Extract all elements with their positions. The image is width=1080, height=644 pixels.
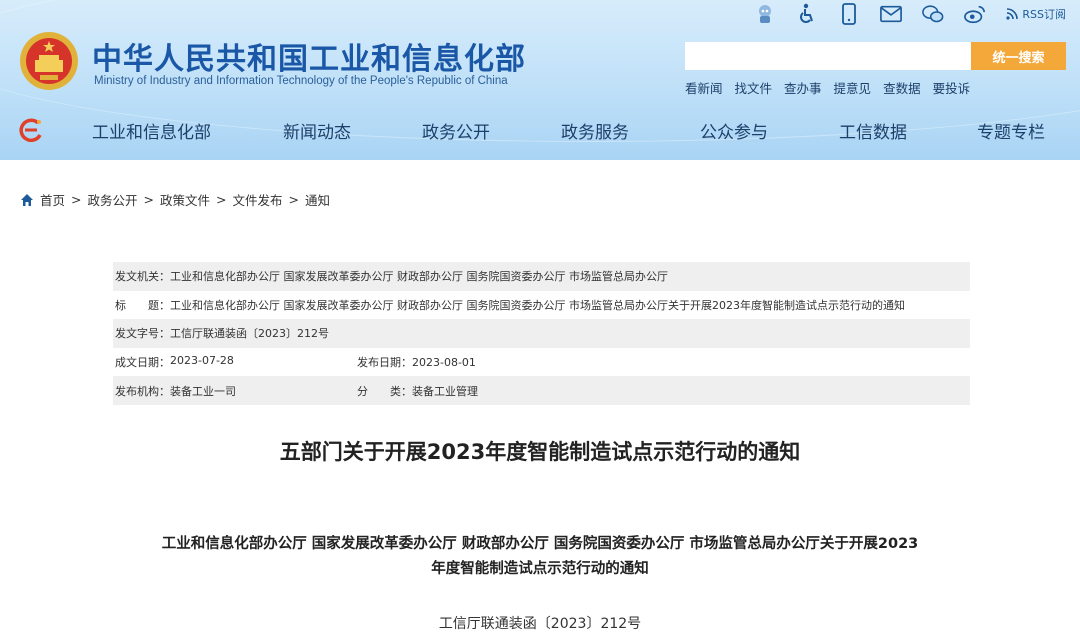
nav-item-news[interactable]: 新闻动态 bbox=[283, 118, 351, 143]
breadcrumb-notice[interactable]: 通知 bbox=[305, 190, 330, 209]
breadcrumb-separator: > bbox=[71, 192, 82, 207]
breadcrumb-gov-open[interactable]: 政务公开 bbox=[88, 190, 138, 209]
quick-link-data[interactable]: 查数据 bbox=[883, 78, 921, 97]
site-subtitle: Ministry of Industry and Information Tec… bbox=[94, 75, 508, 87]
rss-link[interactable]: RSS订阅 bbox=[1006, 6, 1066, 22]
org-cell: 发布机构： 装备工业一司 bbox=[115, 383, 357, 399]
main-nav: 工业和信息化部 新闻动态 政务公开 政务服务 公众参与 工信数据 专题专栏 bbox=[0, 106, 1080, 154]
issuer-label: 发文机关： bbox=[115, 270, 170, 284]
category-label: 分 类： bbox=[357, 384, 412, 398]
meta-row-org: 发布机构： 装备工业一司 分 类： 装备工业管理 bbox=[113, 376, 970, 405]
accessibility-icon[interactable] bbox=[796, 3, 818, 25]
article-doc-number: 工信厅联通装函〔2023〕212号 bbox=[438, 616, 642, 632]
category-value: 装备工业管理 bbox=[412, 384, 478, 398]
site-header: RSS订阅 中华人民共和国工业和信息化部 Ministry of Industr… bbox=[0, 0, 1080, 160]
national-emblem-logo[interactable] bbox=[18, 30, 80, 92]
nav-item-gov-service[interactable]: 政务服务 bbox=[561, 118, 629, 143]
breadcrumb: 首页 > 政务公开 > 政策文件 > 文件发布 > 通知 bbox=[20, 190, 330, 209]
site-logo-icon[interactable] bbox=[18, 118, 44, 142]
meta-row-issuer: 发文机关： 工业和信息化部办公厅 国家发展改革委办公厅 财政部办公厅 国务院国资… bbox=[113, 262, 970, 291]
issuer-value: 工业和信息化部办公厅 国家发展改革委办公厅 财政部办公厅 国务院国资委办公厅 市… bbox=[170, 270, 668, 284]
breadcrumb-separator: > bbox=[288, 192, 299, 207]
rss-icon bbox=[1006, 8, 1019, 20]
created-label: 成文日期： bbox=[115, 356, 170, 370]
published-value: 2023-08-01 bbox=[412, 355, 476, 369]
quick-link-files[interactable]: 找文件 bbox=[735, 78, 773, 97]
nav-item-topics[interactable]: 专题专栏 bbox=[977, 118, 1045, 143]
docno-value: 工信厅联通装函〔2023〕212号 bbox=[170, 327, 329, 341]
breadcrumb-release[interactable]: 文件发布 bbox=[233, 190, 283, 209]
article-title: 五部门关于开展2023年度智能制造试点示范行动的通知 bbox=[279, 440, 801, 464]
wechat-icon[interactable] bbox=[922, 3, 944, 25]
robot-assistant-icon[interactable] bbox=[754, 3, 776, 25]
meta-row-docno: 发文字号： 工信厅联通装函〔2023〕212号 bbox=[113, 319, 970, 348]
mail-icon[interactable] bbox=[880, 3, 903, 25]
weibo-icon[interactable] bbox=[964, 3, 986, 25]
search-button[interactable]: 统一搜索 bbox=[971, 42, 1066, 70]
quick-link-services[interactable]: 查办事 bbox=[784, 78, 822, 97]
article-subtitle: 工业和信息化部办公厅 国家发展改革委办公厅 财政部办公厅 国务院国资委办公厅 市… bbox=[110, 532, 970, 582]
article-subtitle-line: 工业和信息化部办公厅 国家发展改革委办公厅 财政部办公厅 国务院国资委办公厅 市… bbox=[161, 536, 919, 552]
title-value: 工业和信息化部办公厅 国家发展改革委办公厅 财政部办公厅 国务院国资委办公厅 市… bbox=[170, 298, 905, 312]
document-meta-table: 发文机关： 工业和信息化部办公厅 国家发展改革委办公厅 财政部办公厅 国务院国资… bbox=[113, 262, 970, 405]
org-value: 装备工业一司 bbox=[170, 384, 236, 398]
quick-link-feedback[interactable]: 提意见 bbox=[834, 78, 872, 97]
meta-row-dates: 成文日期： 2023-07-28 发布日期： 2023-08-01 bbox=[113, 348, 970, 377]
org-label: 发布机构： bbox=[115, 384, 170, 398]
quick-link-news[interactable]: 看新闻 bbox=[685, 78, 723, 97]
mobile-icon[interactable] bbox=[838, 3, 860, 25]
home-icon bbox=[21, 193, 33, 206]
nav-item-miit[interactable]: 工业和信息化部 bbox=[92, 118, 211, 143]
title-label: 标 题： bbox=[115, 298, 170, 312]
rss-label: RSS订阅 bbox=[1022, 8, 1066, 21]
top-utility-bar: RSS订阅 bbox=[754, 2, 1066, 26]
created-cell: 成文日期： 2023-07-28 bbox=[115, 354, 357, 370]
breadcrumb-separator: > bbox=[216, 192, 227, 207]
published-label: 发布日期： bbox=[357, 356, 412, 370]
breadcrumb-home[interactable]: 首页 bbox=[40, 190, 65, 209]
breadcrumb-policy[interactable]: 政策文件 bbox=[160, 190, 210, 209]
article-subtitle-line: 年度智能制造试点示范行动的通知 bbox=[431, 561, 649, 577]
nav-item-gov-open[interactable]: 政务公开 bbox=[422, 118, 490, 143]
quick-links: 看新闻 找文件 查办事 提意见 查数据 要投诉 bbox=[685, 78, 970, 97]
search-input[interactable] bbox=[685, 42, 971, 70]
site-title: 中华人民共和国工业和信息化部 bbox=[92, 42, 526, 77]
meta-row-title: 标 题： 工业和信息化部办公厅 国家发展改革委办公厅 财政部办公厅 国务院国资委… bbox=[113, 291, 970, 320]
created-value: 2023-07-28 bbox=[170, 354, 234, 368]
breadcrumb-separator: > bbox=[143, 192, 154, 207]
nav-item-data[interactable]: 工信数据 bbox=[839, 118, 907, 143]
nav-item-public[interactable]: 公众参与 bbox=[700, 118, 768, 143]
quick-link-complaint[interactable]: 要投诉 bbox=[933, 78, 971, 97]
docno-label: 发文字号： bbox=[115, 327, 170, 341]
